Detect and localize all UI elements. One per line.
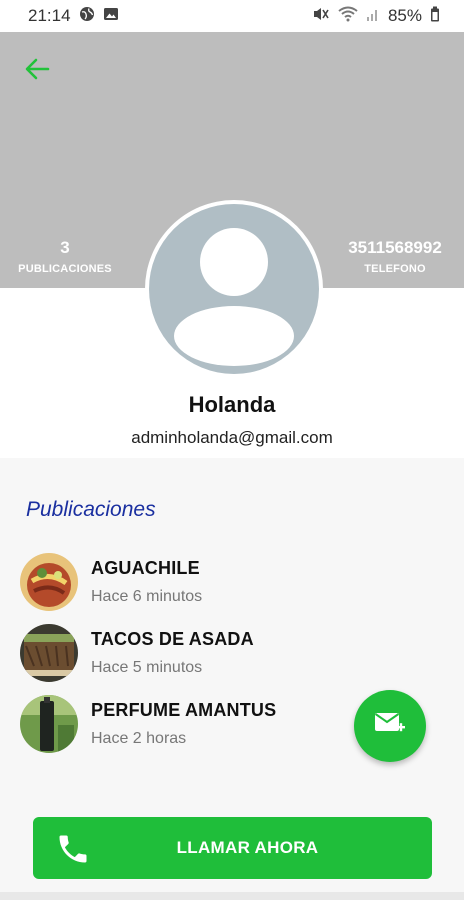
- back-button[interactable]: [22, 54, 52, 84]
- publications-label: PUBLICACIONES: [18, 263, 112, 275]
- aguachile-thumbnail: [20, 552, 78, 611]
- item-title: PERFUME AMANTUS: [91, 699, 277, 720]
- message-plus-icon: [373, 709, 407, 744]
- status-left: 21:14: [28, 6, 119, 27]
- call-now-button[interactable]: LLAMAR AHORA: [33, 817, 432, 879]
- item-time: Hace 5 minutos: [91, 658, 203, 676]
- phone-label: TELEFONO: [364, 263, 426, 275]
- item-time: Hace 6 minutos: [91, 587, 203, 605]
- call-button-label: LLAMAR AHORA: [176, 838, 319, 857]
- perfume-thumbnail: [20, 694, 78, 753]
- item-title: TACOS DE ASADA: [91, 628, 254, 649]
- mute-icon: [312, 6, 330, 27]
- phone-icon: [55, 831, 91, 867]
- signal-icon: [366, 6, 380, 27]
- stat-publications: 3 PUBLICACIONES: [0, 238, 130, 275]
- globe-icon: [79, 6, 95, 27]
- tacos-thumbnail: [20, 623, 78, 682]
- battery-percent: 85%: [387, 6, 422, 25]
- item-title: AGUACHILE: [91, 557, 200, 578]
- image-icon: [103, 6, 119, 27]
- wifi-icon: [338, 6, 358, 27]
- list-item[interactable]: AGUACHILE Hace 6 minutos: [20, 546, 440, 617]
- profile-name: Holanda: [188, 392, 276, 417]
- avatar: [145, 200, 323, 378]
- item-time: Hace 2 horas: [91, 729, 187, 747]
- stat-phone: 3511568992 TELEFONO: [326, 238, 464, 275]
- send-message-fab[interactable]: [354, 690, 426, 762]
- phone-number: 3511568992: [348, 238, 442, 257]
- profile-email: adminholanda@gmail.com: [131, 428, 333, 447]
- arrow-left-icon: [22, 58, 52, 88]
- publications-section: Publicaciones AGUACHILE Hace 6 minutos T…: [0, 458, 464, 892]
- bottom-divider: [0, 892, 464, 900]
- section-title: Publicaciones: [26, 498, 156, 521]
- list-item[interactable]: TACOS DE ASADA Hace 5 minutos: [20, 617, 440, 688]
- status-time: 21:14: [28, 6, 71, 25]
- publications-count: 3: [60, 238, 70, 257]
- avatar-placeholder-icon: [149, 204, 319, 374]
- status-bar: 21:14 85%: [0, 0, 464, 32]
- battery-icon: [430, 6, 440, 27]
- status-right: 85%: [312, 6, 440, 27]
